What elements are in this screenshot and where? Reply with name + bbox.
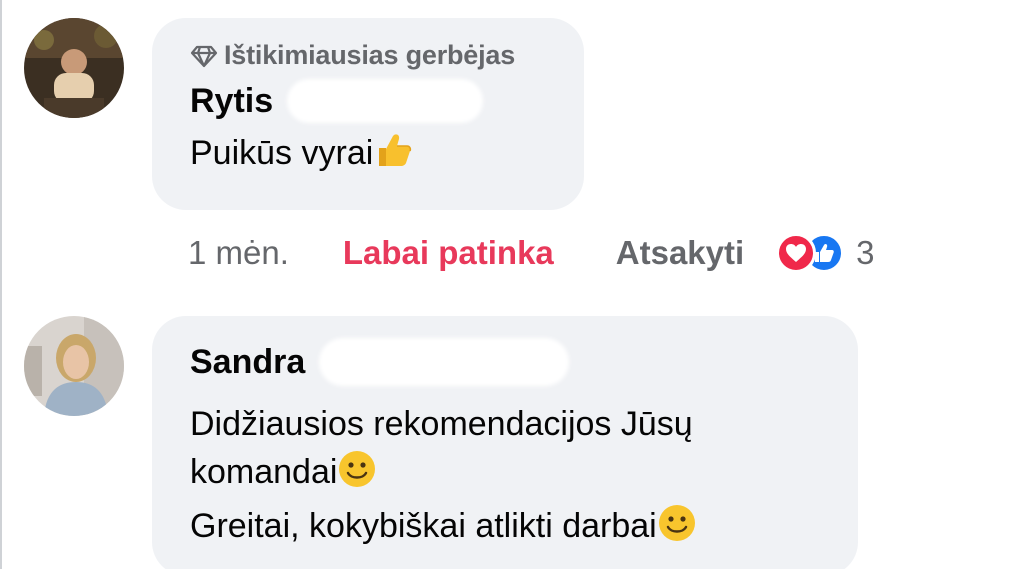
like-button[interactable]: Labai patinka	[343, 234, 554, 272]
comment-thread: Ištikimiausias gerbėjas Rytis Puikūs vyr…	[0, 0, 1024, 569]
avatar-rytis-image	[24, 18, 124, 118]
avatar-sandra[interactable]	[24, 316, 124, 416]
love-reaction-icon	[776, 233, 817, 273]
comment-bubble-sandra: Sandra Didžiausios rekomendacijos Jūsų k…	[152, 316, 858, 569]
reaction-summary[interactable]: 3	[776, 233, 875, 273]
badge-label: Ištikimiausias gerbėjas	[224, 40, 516, 70]
author-name-text: Sandra	[190, 342, 306, 381]
reply-button[interactable]: Atsakyti	[616, 234, 744, 272]
comment-text-line: Didžiausios rekomendacijos Jūsų	[190, 400, 858, 448]
comment-actions-rytis: 1 mėn. Labai patinka Atsakyti 3	[188, 228, 875, 278]
reaction-count: 3	[856, 234, 875, 271]
comment-timestamp[interactable]: 1 mėn.	[188, 234, 289, 272]
comment-text-line: Puikūs vyrai	[190, 129, 584, 183]
avatar-rytis[interactable]	[24, 18, 124, 118]
comment-text: Puikūs vyrai	[190, 134, 374, 172]
thumbs-up-icon	[373, 130, 413, 183]
redacted-surname	[287, 79, 484, 123]
comment-text: komandai	[190, 453, 338, 491]
author-name-sandra[interactable]: Sandra	[190, 338, 858, 386]
comment-text: Didžiausios rekomendacijos Jūsų	[190, 405, 693, 443]
comment-bubble-rytis: Ištikimiausias gerbėjas Rytis Puikūs vyr…	[152, 18, 584, 210]
comment-text-line: Greitai, kokybiškai atlikti darbai	[190, 502, 858, 556]
redacted-surname	[319, 338, 570, 386]
comment-text: Greitai, kokybiškai atlikti darbai	[190, 507, 657, 545]
top-fan-badge[interactable]: Ištikimiausias gerbėjas	[190, 40, 584, 71]
author-name-rytis[interactable]: Rytis	[190, 79, 584, 123]
diamond-icon	[190, 45, 218, 67]
smiling-face-icon	[337, 449, 377, 502]
comment-text-line: komandai	[190, 448, 858, 502]
avatar-sandra-image	[24, 316, 124, 416]
author-name-text: Rytis	[190, 81, 274, 120]
smiling-face-icon	[657, 503, 697, 556]
thread-edge-line	[0, 0, 2, 569]
